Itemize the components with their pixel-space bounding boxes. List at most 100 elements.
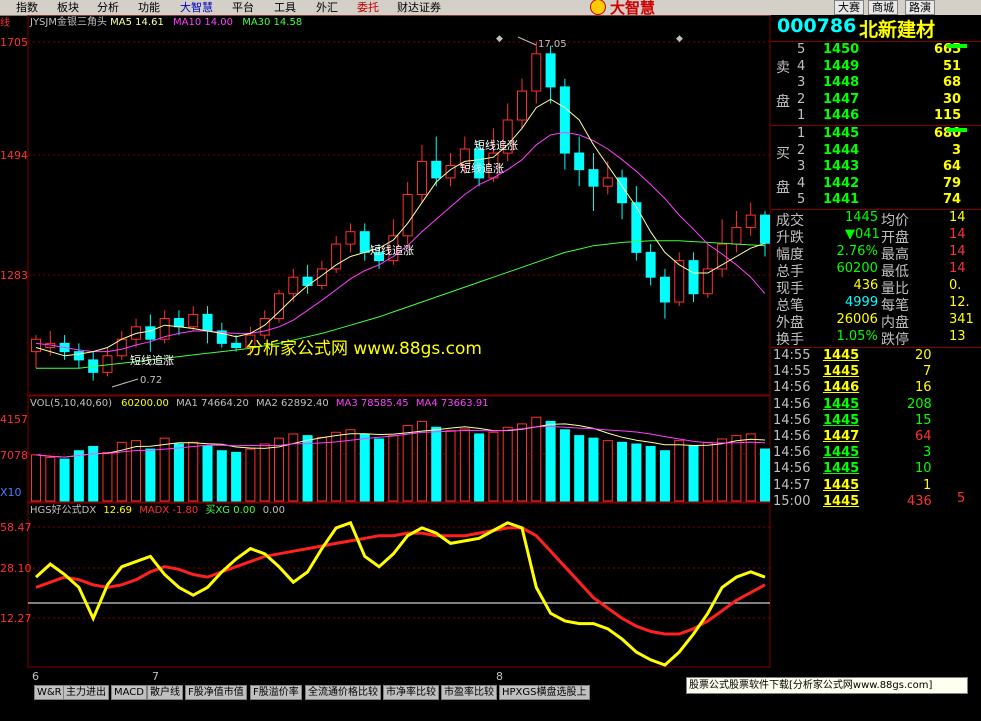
kline-chart[interactable]: 线 1705 1494 1283 4157 7078 X10 58.47 28.… [0,15,771,699]
stock-name: 北新建材 [859,19,936,41]
stat-value: 13 [949,329,966,344]
tick-price: 1446 [823,380,860,396]
tick-volume: 64 [915,429,932,444]
stat-value: 60200 [836,261,878,276]
watermark: 分析家公式网 www.88gs.com [246,339,482,359]
tick-time: 14:56 [773,461,811,477]
candle-body [31,338,41,353]
vol-ma2-line [35,425,766,458]
menu-tools[interactable]: 工具 [274,0,296,15]
low-pointer [111,378,139,388]
volume-bar [474,433,485,502]
indicator-tab[interactable]: 市盈率比较 [441,685,497,700]
indicator-tab[interactable]: 散户线 [147,685,183,700]
tick-volume: 20 [915,348,932,363]
candle-body [760,214,770,244]
y-left-label: 线 [0,16,10,29]
buy-volume: 64 [943,159,962,174]
vol-y-tick: X10 [0,486,22,499]
stat-label: 跌停 [881,332,909,348]
signal-label: 短线追涨 [370,243,414,257]
dx-line [34,520,766,667]
candle-body [359,231,370,253]
tab-contest[interactable]: 大赛 [834,0,864,15]
ad-banner[interactable]: 股票公式股票软件下载[分析家公式网www.88gs.com] [686,677,968,694]
tick-extra: 5 [957,491,966,506]
volume-bar [459,428,470,502]
menu-dzh[interactable]: 大智慧 [180,0,213,15]
menu-platform[interactable]: 平台 [232,0,254,15]
sell-price: 1450 [823,42,860,57]
candle-body [116,338,127,357]
indicator-tab[interactable]: F股净值市值 [185,685,247,700]
sell-volume: 115 [934,108,962,123]
indicator-tab[interactable]: 市净率比较 [383,685,439,700]
tick-time: 14:56 [773,412,811,428]
tick-time: 14:56 [773,445,811,461]
buy-level: 5 [797,192,806,207]
tick-volume: 16 [915,380,932,396]
tick-time: 14:55 [773,364,811,380]
volume-bar [559,429,570,502]
logo-icon [590,0,606,15]
candle-body [202,313,213,332]
menu-entrust[interactable]: 委托 [357,0,379,15]
sell-level: 1 [797,108,806,123]
high-pointer [517,36,537,46]
volume-bar [188,441,199,502]
indicator-tab[interactable]: W&R [34,685,65,700]
tick-time: 14:55 [773,348,811,363]
tick-volume: 3 [923,445,932,461]
tick-volume: 1 [923,477,932,493]
tick-time: 14:56 [773,396,811,412]
volume-bar [359,433,370,502]
candle-body [231,342,242,349]
tick-volume: 436 [907,493,932,509]
indicator-tab[interactable]: 全流通价格比较 [305,685,381,700]
menu-analysis[interactable]: 分析 [97,0,119,15]
indicator-tab[interactable]: F股溢价率 [250,685,302,700]
tick-price: 1445 [823,493,860,509]
sell-level: 5 [797,42,806,57]
menu-function[interactable]: 功能 [138,0,160,15]
candle-body [745,214,756,229]
volume-bar [302,435,313,502]
volume-bar [588,437,599,502]
tab-mall[interactable]: 商城 [868,0,898,15]
menu-broker[interactable]: 财达证券 [397,0,441,15]
stat-value: 14 [949,244,966,259]
signal-label: 短线追涨 [130,353,174,367]
sell-level: 2 [797,91,806,107]
y-tick: 1705 [0,36,28,49]
menu-sector[interactable]: 板块 [57,0,79,15]
volume-bars [31,416,770,502]
buy-price: 1441 [823,192,860,207]
volume-bar [59,458,70,502]
stat-value: 12. [949,295,970,310]
menu-forex[interactable]: 外汇 [316,0,338,15]
indicator-tab[interactable]: HPXGS横盘选股上 [499,685,590,700]
volume-bar [73,450,84,502]
quote-panel: 000786 北新建材 卖 盘 5 1450 665 4 1449 51 3 1448 68 2 1… [771,15,981,699]
candle-body [517,90,527,121]
tab-roadshow[interactable]: 路演 [905,0,935,15]
diamond-marker: ◆ [676,34,683,44]
tick-time: 14:57 [773,477,811,493]
indicator-tab[interactable]: 主力进出 [63,685,109,700]
candle-body [288,276,299,295]
tick-price: 1445 [823,445,860,461]
vol-y-tick: 4157 [0,413,28,426]
tick-price: 1447 [823,429,860,444]
volume-bar [102,451,113,502]
stat-value: 26006 [836,312,878,327]
menu-index[interactable]: 指数 [16,0,38,15]
candle-body [559,86,570,154]
tick-volume: 7 [923,364,932,380]
tick-price: 1445 [823,364,860,380]
volume-bar [517,423,527,502]
indicator-tab[interactable]: MACD [111,685,147,700]
volume-bar [431,426,442,502]
osc-y-tick: 58.47 [0,521,32,534]
buy-price: 1445 [823,126,860,141]
tick-time: 14:56 [773,429,811,444]
